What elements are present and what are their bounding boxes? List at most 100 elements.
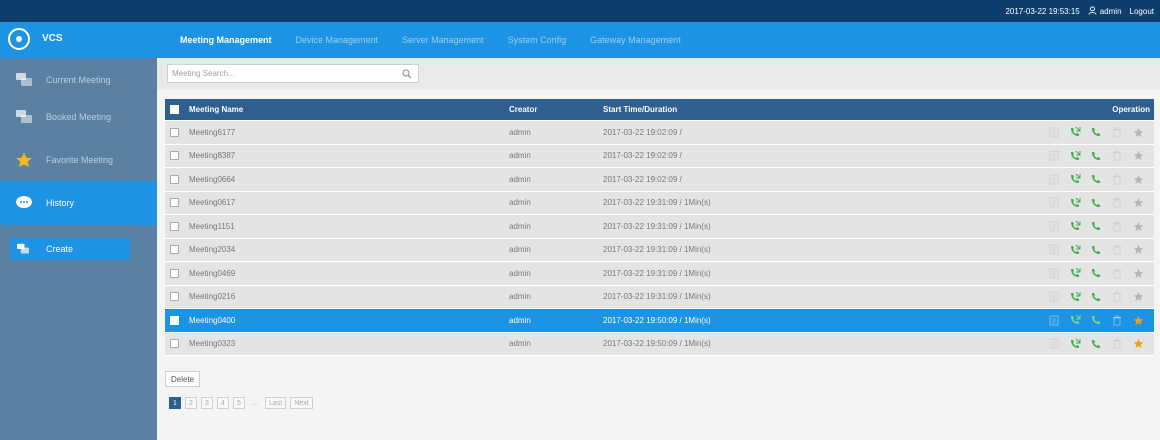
table-row[interactable]: Meeting0323 admin 2017-03-22 19:50:09 / 1M… <box>165 332 1154 356</box>
delete-icon[interactable] <box>1111 173 1123 185</box>
tab-meeting-management[interactable]: Meeting Management <box>168 35 284 45</box>
row-checkbox[interactable] <box>170 245 179 255</box>
delete-icon[interactable] <box>1111 338 1123 350</box>
delete-icon[interactable] <box>1111 197 1123 209</box>
user-menu[interactable]: admin <box>1088 5 1122 17</box>
table-row[interactable]: Meeting0400 admin 2017-03-22 19:50:09 / 1M… <box>165 309 1154 333</box>
call-in-icon[interactable] <box>1069 197 1081 209</box>
row-checkbox[interactable] <box>170 221 179 231</box>
row-checkbox[interactable] <box>170 198 179 208</box>
next-page-button[interactable]: Next <box>290 397 313 409</box>
record-icon[interactable] <box>1048 197 1060 209</box>
logout-link[interactable]: Logout <box>1130 7 1154 16</box>
favorite-star-icon[interactable] <box>1132 291 1144 303</box>
tab-server-management[interactable]: Server Management <box>390 35 496 45</box>
select-all-checkbox[interactable] <box>170 105 179 114</box>
table-row[interactable]: Meeting0469 admin 2017-03-22 19:31:09 / 1M… <box>165 262 1154 286</box>
favorite-star-icon[interactable] <box>1132 267 1144 279</box>
favorite-star-icon[interactable] <box>1132 126 1144 138</box>
page-4-button[interactable]: 4 <box>217 397 229 409</box>
page-5-button[interactable]: 5 <box>233 397 245 409</box>
phone-icon[interactable] <box>1090 173 1102 185</box>
table-row[interactable]: Meeting6177 admin 2017-03-22 19:02:09 / <box>165 121 1154 145</box>
phone-icon[interactable] <box>1090 338 1102 350</box>
page-3-button[interactable]: 3 <box>201 397 213 409</box>
table-row[interactable]: Meeting2034 admin 2017-03-22 19:31:09 / 1M… <box>165 238 1154 262</box>
page-2-button[interactable]: 2 <box>185 397 197 409</box>
call-in-icon[interactable] <box>1069 220 1081 232</box>
tab-gateway-management[interactable]: Gateway Management <box>578 35 693 45</box>
call-in-icon[interactable] <box>1069 291 1081 303</box>
sidebar-item-history[interactable]: History <box>0 181 157 225</box>
meeting-creator: admin <box>509 198 531 208</box>
meeting-name: Meeting0400 <box>189 315 236 325</box>
row-checkbox[interactable] <box>170 315 179 325</box>
table-row[interactable]: Meeting0617 admin 2017-03-22 19:31:09 / 1M… <box>165 191 1154 215</box>
record-icon[interactable] <box>1048 126 1060 138</box>
delete-icon[interactable] <box>1111 267 1123 279</box>
row-checkbox[interactable] <box>170 127 179 137</box>
delete-icon[interactable] <box>1111 150 1123 162</box>
meeting-start-time: 2017-03-22 19:50:09 / 1Min(s) <box>603 339 711 349</box>
favorite-star-icon[interactable] <box>1132 220 1144 232</box>
favorite-star-icon[interactable] <box>1132 314 1144 326</box>
favorite-star-icon[interactable] <box>1132 338 1144 350</box>
call-in-icon[interactable] <box>1069 173 1081 185</box>
sidebar-item-favorite-meeting[interactable]: Favorite Meeting <box>0 138 157 182</box>
table-row[interactable]: Meeting1151 admin 2017-03-22 19:31:09 / 1M… <box>165 215 1154 239</box>
delete-button[interactable]: Delete <box>165 371 201 387</box>
page-1-button[interactable]: 1 <box>169 397 181 409</box>
record-icon[interactable] <box>1048 173 1060 185</box>
search-icon[interactable] <box>400 67 414 81</box>
last-page-button[interactable]: Last <box>265 397 287 409</box>
phone-icon[interactable] <box>1090 244 1102 256</box>
meeting-creator: admin <box>509 339 531 349</box>
table-row[interactable]: Meeting0664 admin 2017-03-22 19:02:09 / <box>165 168 1154 192</box>
sidebar-item-label: History <box>46 198 75 208</box>
record-icon[interactable] <box>1048 244 1060 256</box>
delete-icon[interactable] <box>1111 220 1123 232</box>
delete-icon[interactable] <box>1111 291 1123 303</box>
favorite-star-icon[interactable] <box>1132 244 1144 256</box>
tab-system-config[interactable]: System Config <box>496 35 579 45</box>
phone-icon[interactable] <box>1090 291 1102 303</box>
row-checkbox[interactable] <box>170 292 179 302</box>
phone-icon[interactable] <box>1090 220 1102 232</box>
favorite-star-icon[interactable] <box>1132 150 1144 162</box>
record-icon[interactable] <box>1048 314 1060 326</box>
call-in-icon[interactable] <box>1069 150 1081 162</box>
delete-icon[interactable] <box>1111 314 1123 326</box>
record-icon[interactable] <box>1048 267 1060 279</box>
phone-icon[interactable] <box>1090 197 1102 209</box>
column-header-creator: Creator <box>509 105 538 114</box>
search-input[interactable] <box>168 65 400 82</box>
call-in-icon[interactable] <box>1069 267 1081 279</box>
call-in-icon[interactable] <box>1069 244 1081 256</box>
delete-icon[interactable] <box>1111 126 1123 138</box>
record-icon[interactable] <box>1048 291 1060 303</box>
phone-icon[interactable] <box>1090 126 1102 138</box>
meeting-start-time: 2017-03-22 19:31:09 / 1Min(s) <box>603 198 711 208</box>
delete-icon[interactable] <box>1111 244 1123 256</box>
record-icon[interactable] <box>1048 150 1060 162</box>
favorite-star-icon[interactable] <box>1132 197 1144 209</box>
sidebar-item-booked-meeting[interactable]: Booked Meeting <box>0 95 157 139</box>
main-content: Meeting Name Creator Start Time/Duration… <box>157 58 1160 440</box>
row-checkbox[interactable] <box>170 339 179 349</box>
record-icon[interactable] <box>1048 220 1060 232</box>
call-in-icon[interactable] <box>1069 338 1081 350</box>
phone-icon[interactable] <box>1090 150 1102 162</box>
record-icon[interactable] <box>1048 338 1060 350</box>
row-checkbox[interactable] <box>170 174 179 184</box>
call-in-icon[interactable] <box>1069 126 1081 138</box>
call-in-icon[interactable] <box>1069 314 1081 326</box>
row-checkbox[interactable] <box>170 151 179 161</box>
row-checkbox[interactable] <box>170 268 179 278</box>
table-row[interactable]: Meeting0216 admin 2017-03-22 19:31:09 / 1M… <box>165 285 1154 309</box>
phone-icon[interactable] <box>1090 267 1102 279</box>
create-button[interactable]: Create <box>10 238 130 260</box>
favorite-star-icon[interactable] <box>1132 173 1144 185</box>
table-row[interactable]: Meeting8387 admin 2017-03-22 19:02:09 / <box>165 144 1154 168</box>
phone-icon[interactable] <box>1090 314 1102 326</box>
tab-device-management[interactable]: Device Management <box>284 35 391 45</box>
